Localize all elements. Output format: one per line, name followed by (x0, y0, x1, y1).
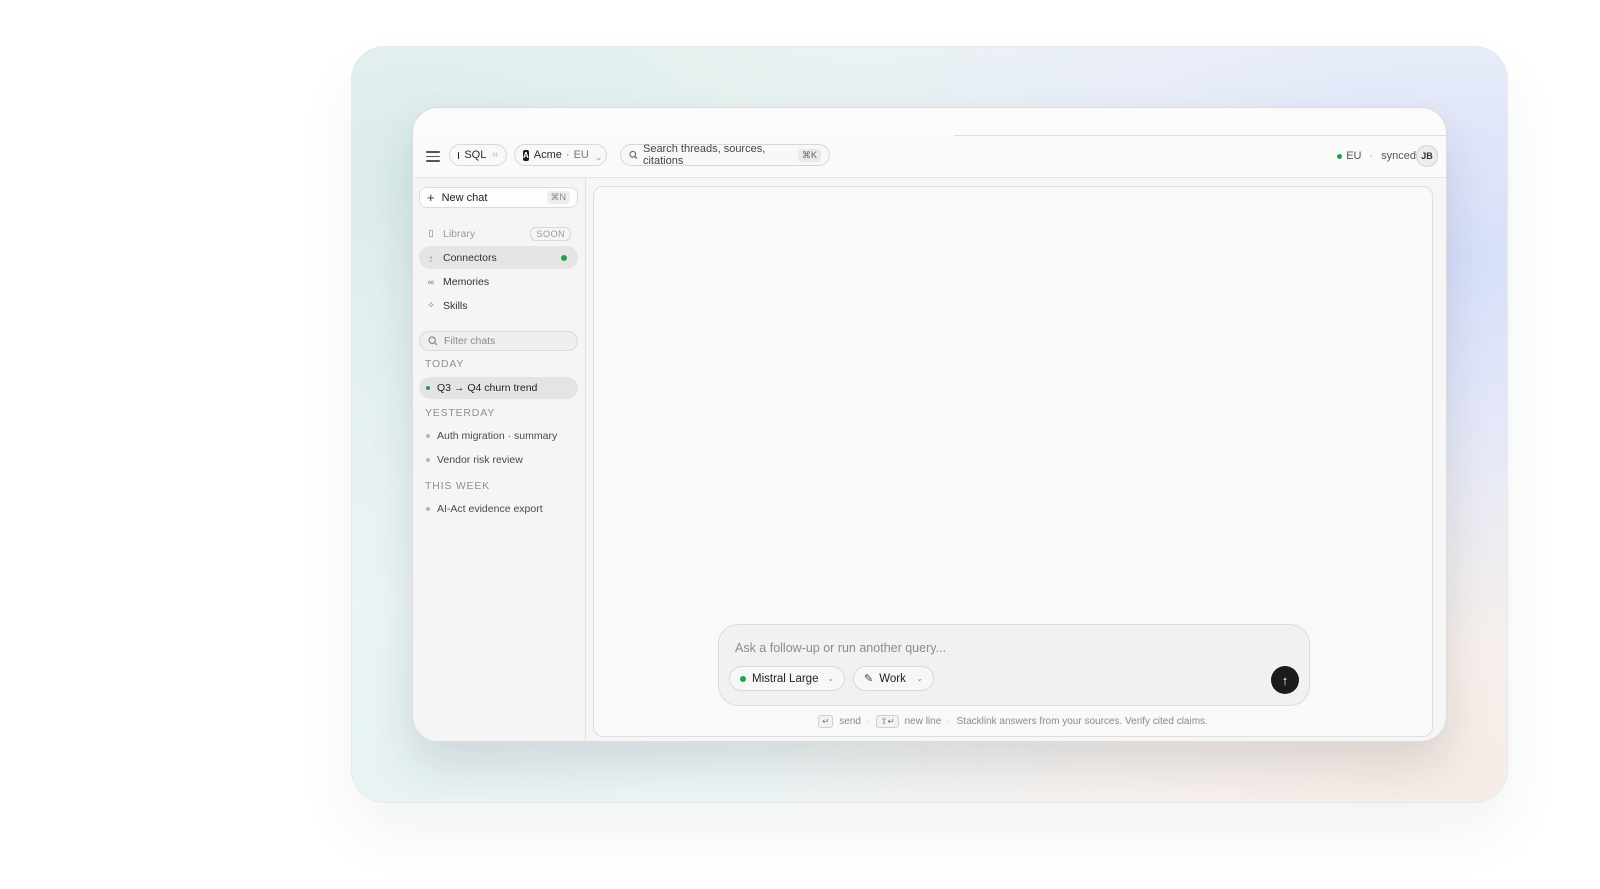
app-window: SQL ⌗ A Acme · EU ⌄ Search threads, sour… (412, 107, 1447, 742)
org-logo: A (523, 149, 529, 161)
section-this-week: THIS WEEK (425, 480, 490, 492)
arrow-up-icon: ↑ (1281, 672, 1289, 688)
avatar[interactable]: JB (1416, 145, 1438, 167)
composer-input[interactable] (735, 641, 1235, 655)
enter-key-hint: ↵ (818, 715, 834, 728)
search-bar[interactable]: Search threads, sources, citations ⌘K (620, 143, 830, 167)
chat-title: Vendor risk review (437, 454, 523, 466)
chat-item[interactable]: Vendor risk review (419, 449, 578, 471)
composer: Mistral Large ⌄ ✎ Work ⌄ ↑ (718, 624, 1310, 706)
chat-dot-icon (426, 458, 430, 462)
chat-title: AI-Act evidence export (437, 503, 543, 515)
sidebar: + New chat ⌘N ▯ Library SOON ⍛ Connector… (413, 178, 586, 741)
hint-separator: · (947, 716, 951, 727)
soon-badge: SOON (530, 226, 571, 241)
active-dot-icon (561, 254, 567, 261)
search-icon (629, 150, 638, 159)
new-chat-button[interactable]: + New chat ⌘N (419, 187, 578, 208)
hamburger-menu-icon[interactable] (425, 148, 441, 166)
hint-separator: · (866, 716, 871, 727)
plus-icon: + (427, 190, 435, 205)
mode-pill-label: SQL (464, 149, 487, 161)
chevron-down-icon: ⌄ (594, 151, 603, 162)
sidebar-item-label: Connectors (443, 251, 497, 264)
pencil-icon: ✎ (864, 673, 874, 685)
top-bar: SQL ⌗ A Acme · EU ⌄ Search threads, sour… (413, 136, 1446, 178)
status-dot-icon (1337, 153, 1343, 159)
send-button[interactable]: ↑ (1271, 666, 1299, 694)
titlebar (413, 108, 1446, 136)
chat-item[interactable]: Q3 → Q4 churn trend (419, 377, 578, 399)
filter-chats-input[interactable]: Filter chats (419, 331, 578, 351)
new-chat-shortcut: ⌘N (546, 191, 570, 204)
status-region: EU (1346, 150, 1362, 162)
square-icon (458, 151, 460, 159)
model-selector[interactable]: Mistral Large ⌄ (729, 666, 845, 691)
send-hint-label: send (839, 716, 861, 727)
sidebar-item-library[interactable]: ▯ Library SOON (419, 222, 578, 245)
chat-item[interactable]: AI-Act evidence export (419, 498, 578, 520)
chat-dot-icon (426, 507, 430, 511)
model-name: Mistral Large (752, 672, 819, 685)
search-icon (428, 336, 438, 346)
sidebar-item-label: Memories (443, 275, 490, 288)
chat-dot-icon (426, 434, 430, 438)
status-separator: · (1369, 150, 1374, 162)
book-icon: ▯ (428, 228, 434, 238)
search-placeholder: Search threads, sources, citations (642, 143, 766, 167)
grid-icon: ⌗ (492, 149, 498, 161)
chat-title: Auth migration · summary (437, 430, 558, 442)
sidebar-item-connectors[interactable]: ⍛ Connectors (419, 246, 578, 269)
filter-placeholder: Filter chats (444, 335, 496, 347)
mode-pill-sql[interactable]: SQL ⌗ (449, 144, 507, 166)
disclaimer: Stacklink answers from your sources. Ver… (956, 716, 1208, 727)
newline-hint-label: new line (904, 716, 942, 727)
conversation-panel: Mistral Large ⌄ ✎ Work ⌄ ↑ ↵ send · ⇧↵ n… (593, 186, 1433, 737)
chevron-down-icon: ⌄ (827, 674, 834, 683)
new-chat-label: New chat (441, 191, 488, 204)
chat-item[interactable]: Auth migration · summary (419, 425, 578, 447)
mode-selector[interactable]: ✎ Work ⌄ (853, 666, 934, 691)
status-sync: synced (1381, 150, 1416, 162)
search-shortcut: ⌘K (797, 148, 821, 162)
chat-title: Q3 → Q4 churn trend (437, 382, 538, 394)
sidebar-item-label: Library (443, 227, 476, 240)
chevron-down-icon: ⌄ (916, 674, 923, 683)
sidebar-item-label: Skills (443, 299, 468, 312)
infinity-icon: ∞ (427, 276, 435, 287)
sidebar-item-memories[interactable]: ∞ Memories (419, 270, 578, 293)
mode-name: Work (879, 672, 906, 685)
org-name: Acme (533, 149, 562, 161)
section-yesterday: YESTERDAY (425, 407, 496, 419)
sidebar-item-skills[interactable]: ✧ Skills (419, 294, 578, 317)
shift-enter-key-hint: ⇧↵ (876, 715, 899, 728)
plug-icon: ⍛ (428, 252, 434, 262)
org-switcher[interactable]: A Acme · EU ⌄ (514, 144, 607, 166)
sync-status: EU · synced (1337, 150, 1416, 162)
org-separator: · (565, 149, 570, 161)
composer-hints: ↵ send · ⇧↵ new line · Stacklink answers… (594, 715, 1432, 728)
org-region: EU (573, 149, 589, 161)
sparkle-icon: ✧ (427, 300, 435, 310)
chat-dot-icon (426, 386, 430, 390)
model-status-dot-icon (740, 675, 746, 682)
section-today: TODAY (425, 358, 465, 370)
